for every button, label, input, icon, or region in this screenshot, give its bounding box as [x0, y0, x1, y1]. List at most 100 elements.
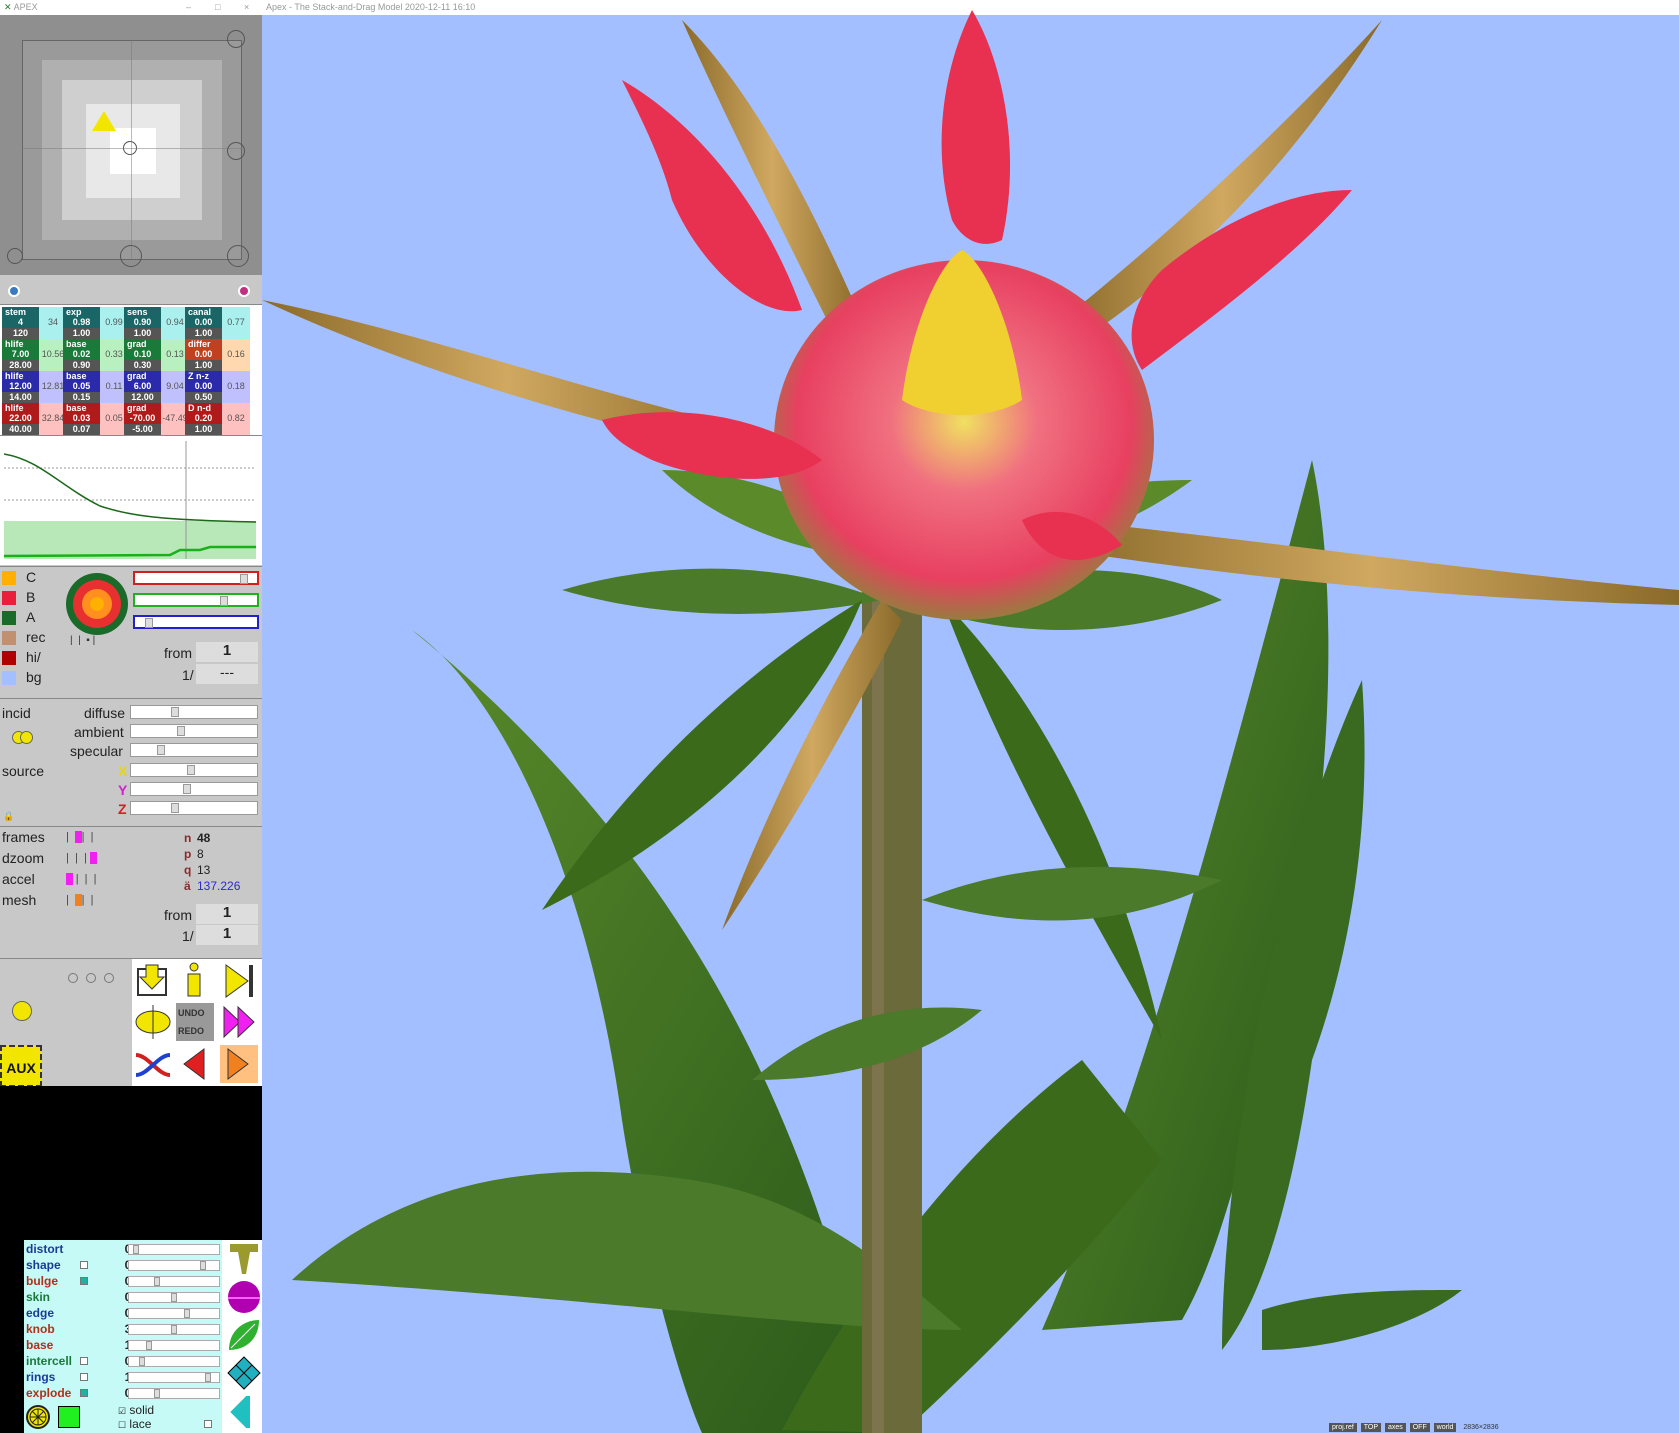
diamond-grid-icon[interactable] [227, 1356, 261, 1390]
ellipse-button[interactable] [134, 1003, 172, 1041]
status-projref[interactable]: proj.ref [1329, 1423, 1357, 1432]
diffuse-slider[interactable] [130, 705, 258, 719]
anim-ratio-field[interactable]: 1 [196, 925, 258, 945]
accel-ticks[interactable]: ■ | | | [66, 873, 97, 885]
undo-label[interactable]: UNDO [178, 1008, 205, 1018]
param-cell[interactable]: hlife 22.00 40.00 32.84 [2, 403, 67, 435]
shape-param-checkbox[interactable] [80, 1261, 88, 1269]
ambient-slider[interactable] [130, 724, 258, 738]
shape-param-slider[interactable] [128, 1276, 220, 1287]
nav-ring-bottom-right[interactable] [227, 245, 249, 267]
param-value-max[interactable]: 14.00 [2, 392, 39, 403]
param-value-max[interactable]: 1.00 [63, 328, 100, 339]
param-value-min[interactable]: 0.90 [124, 317, 161, 328]
param-cell[interactable]: base 0.02 0.90 0.33 [63, 339, 128, 371]
param-value-min[interactable]: 0.00 [185, 349, 222, 360]
shape-param-checkbox[interactable] [80, 1389, 88, 1397]
download-button[interactable] [134, 961, 172, 999]
shape-param-slider[interactable] [128, 1308, 220, 1319]
color-swatch[interactable] [2, 631, 16, 645]
param-value-max[interactable]: 0.07 [63, 424, 100, 435]
nav-ring-right[interactable] [227, 142, 245, 160]
camera-triangle-icon[interactable] [92, 111, 116, 131]
param-value-max[interactable]: 28.00 [2, 360, 39, 371]
param-value-min[interactable]: 12.00 [2, 381, 39, 392]
radio-2[interactable] [86, 973, 96, 983]
frames-ticks[interactable]: | ■| | [66, 831, 93, 843]
minimize-button[interactable]: – [186, 0, 191, 15]
param-value-max[interactable]: 12.00 [124, 392, 161, 403]
globe-blue-icon[interactable] [8, 285, 20, 297]
param-value-min[interactable]: 0.02 [63, 349, 100, 360]
param-value-min[interactable]: 0.05 [63, 381, 100, 392]
shape-param-slider[interactable] [128, 1292, 220, 1303]
param-cell[interactable]: hlife 7.00 28.00 10.56 [2, 339, 67, 371]
solid-mode-option[interactable]: ☑ solid [118, 1403, 154, 1417]
aux-logo-icon[interactable]: AUX [0, 1045, 42, 1087]
param-value-min[interactable]: 7.00 [2, 349, 39, 360]
shape-param-slider[interactable] [128, 1388, 220, 1399]
nav-ring-bottom-left[interactable] [7, 248, 23, 264]
green-color-swatch[interactable] [58, 1406, 80, 1428]
specular-slider[interactable] [130, 743, 258, 757]
param-value-max[interactable]: 0.50 [185, 392, 222, 403]
rec-ticks[interactable]: | | ▪ | [70, 635, 95, 646]
param-value-min[interactable]: 0.20 [185, 413, 222, 424]
param-cell[interactable]: stem 4 120 34 [2, 307, 67, 339]
param-value-min[interactable]: -70.00 [124, 413, 161, 424]
mushroom-icon[interactable] [227, 1242, 261, 1276]
source-z-slider[interactable] [130, 801, 258, 815]
param-value-min[interactable]: 0.00 [185, 381, 222, 392]
param-value-max[interactable]: 120 [2, 328, 39, 339]
maximize-button[interactable]: □ [215, 0, 220, 15]
param-value-max[interactable]: 0.90 [63, 360, 100, 371]
param-cell[interactable]: hlife 12.00 14.00 12.81 [2, 371, 67, 403]
extra-checkbox[interactable] [204, 1420, 212, 1428]
undo-redo-button[interactable]: UNDO REDO [176, 1003, 214, 1041]
param-cell[interactable]: base 0.05 0.15 0.11 [63, 371, 128, 403]
param-cell[interactable]: grad 6.00 12.00 9.04 [124, 371, 189, 403]
shape-param-slider[interactable] [128, 1340, 220, 1351]
shape-param-slider[interactable] [128, 1324, 220, 1335]
point-light-icon[interactable] [12, 1001, 32, 1021]
color-swatch[interactable] [2, 591, 16, 605]
param-cell[interactable]: canal 0.00 1.00 0.77 [185, 307, 250, 339]
status-top[interactable]: TOP [1360, 1423, 1382, 1432]
wheel-icon[interactable] [26, 1405, 50, 1429]
shape-param-checkbox[interactable] [80, 1357, 88, 1365]
color-slider-red[interactable] [133, 571, 259, 585]
param-value-min[interactable]: 0.98 [63, 317, 100, 328]
param-cell[interactable]: grad -70.00 -5.00 -47.49 [124, 403, 189, 435]
step-back-button[interactable] [176, 1045, 214, 1083]
param-value-max[interactable]: -5.00 [124, 424, 161, 435]
param-cell[interactable]: base 0.03 0.07 0.05 [63, 403, 128, 435]
param-cell[interactable]: grad 0.10 0.30 0.13 [124, 339, 189, 371]
param-value-max[interactable]: 1.00 [185, 328, 222, 339]
leaf-icon[interactable] [227, 1318, 261, 1352]
light-toggle-icon[interactable] [12, 731, 33, 745]
globe-pink-icon[interactable] [238, 285, 250, 297]
status-world[interactable]: world [1433, 1423, 1457, 1432]
mesh-ticks[interactable]: | ■| | [66, 894, 93, 906]
color-slider-blue[interactable] [133, 615, 259, 629]
color-target-icon[interactable] [66, 573, 128, 635]
shape-param-checkbox[interactable] [80, 1373, 88, 1381]
shape-param-slider[interactable] [128, 1244, 220, 1255]
fast-forward-button[interactable] [220, 1003, 258, 1041]
color-swatch[interactable] [2, 571, 16, 585]
close-button[interactable]: × [244, 0, 249, 15]
param-value-min[interactable]: 0.10 [124, 349, 161, 360]
param-value-min[interactable]: 4 [2, 317, 39, 328]
step-forward-button[interactable] [220, 1045, 258, 1083]
param-value-min[interactable]: 22.00 [2, 413, 39, 424]
lock-icon[interactable]: 🔒 [3, 811, 14, 822]
shape-param-slider[interactable] [128, 1372, 220, 1383]
nav-ring-top-right[interactable] [227, 30, 245, 48]
param-value-max[interactable]: 0.15 [63, 392, 100, 403]
radio-1[interactable] [68, 973, 78, 983]
3d-viewport[interactable]: Apex - The Stack-and-Drag Model 2020-12-… [262, 0, 1679, 1433]
param-value-max[interactable]: 1.00 [185, 360, 222, 371]
nav-ring-bottom[interactable] [120, 245, 142, 267]
color-swatch[interactable] [2, 671, 16, 685]
lace-mode-option[interactable]: ☐ lace [118, 1417, 151, 1431]
